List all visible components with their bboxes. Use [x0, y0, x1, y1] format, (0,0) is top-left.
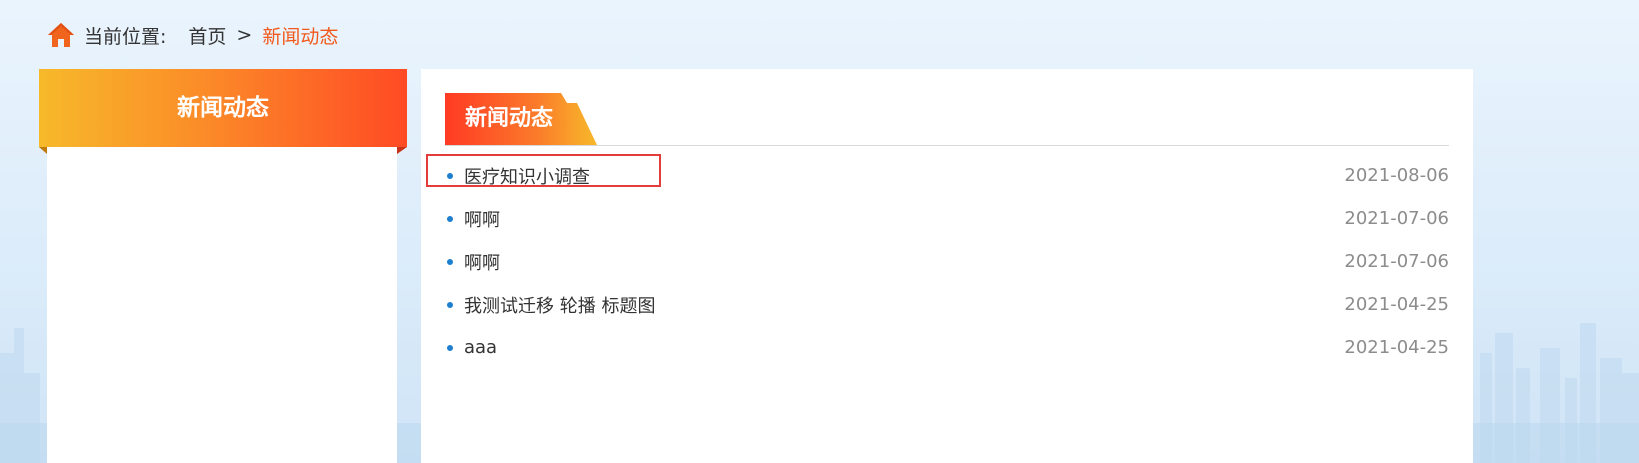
sidebar-menu [47, 147, 397, 463]
home-icon[interactable] [46, 21, 76, 49]
bullet-icon [447, 215, 453, 222]
news-date: 2021-07-06 [1344, 251, 1449, 272]
news-title[interactable]: 啊啊 [464, 249, 500, 275]
section-tab: 新闻动态 [445, 93, 597, 145]
sidebar-ribbon-fold-right [397, 147, 407, 154]
bullet-icon [447, 301, 453, 308]
news-item[interactable]: 医疗知识小调查 2021-08-06 [445, 154, 1449, 197]
news-panel: 新闻动态 医疗知识小调查 2021-08-06 啊啊 2021-07-06 啊啊… [421, 69, 1473, 463]
breadcrumb-prefix: 当前位置: [84, 25, 167, 48]
bullet-icon [447, 258, 453, 265]
breadcrumb: 当前位置: 首页 > 新闻动态 [46, 20, 338, 50]
news-date: 2021-07-06 [1344, 208, 1449, 229]
section-divider [445, 145, 1449, 146]
breadcrumb-separator: > [236, 24, 253, 46]
news-date: 2021-08-06 [1344, 165, 1449, 186]
bullet-icon [447, 344, 453, 351]
news-list: 医疗知识小调查 2021-08-06 啊啊 2021-07-06 啊啊 2021… [445, 154, 1449, 369]
breadcrumb-home-link[interactable]: 首页 [188, 22, 226, 49]
news-title[interactable]: 啊啊 [464, 206, 500, 232]
bullet-icon [447, 172, 453, 179]
news-title[interactable]: aaa [464, 337, 497, 358]
sidebar-ribbon-fold-left [39, 147, 47, 154]
news-item[interactable]: 啊啊 2021-07-06 [445, 240, 1449, 283]
sidebar: 新闻动态 [39, 69, 407, 463]
news-date: 2021-04-25 [1344, 337, 1449, 358]
news-title[interactable]: 医疗知识小调查 [464, 163, 590, 189]
news-item[interactable]: aaa 2021-04-25 [445, 326, 1449, 369]
news-date: 2021-04-25 [1344, 294, 1449, 315]
breadcrumb-current: 新闻动态 [262, 25, 339, 48]
sidebar-title: 新闻动态 [39, 69, 407, 147]
news-item[interactable]: 啊啊 2021-07-06 [445, 197, 1449, 240]
news-item[interactable]: 我测试迁移 轮播 标题图 2021-04-25 [445, 283, 1449, 326]
section-title: 新闻动态 [465, 106, 554, 131]
news-title[interactable]: 我测试迁移 轮播 标题图 [464, 292, 655, 318]
